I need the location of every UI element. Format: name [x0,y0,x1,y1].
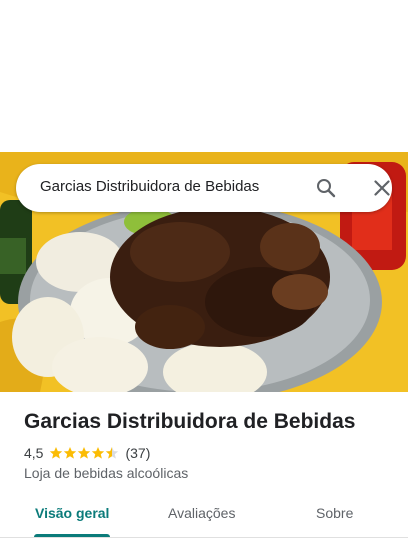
star-icon [92,447,105,459]
star-icon [64,447,77,459]
tab-about[interactable]: Sobre [316,505,353,521]
tab-reviews[interactable]: Avaliações [168,505,235,521]
tab-overview[interactable]: Visão geral [35,505,109,521]
close-icon[interactable] [370,176,394,200]
tabs-divider [0,537,408,538]
star-icon [50,447,63,459]
rating-value: 4,5 [24,445,44,461]
map-top-area [0,0,408,152]
rating-row[interactable]: 4,5 (37) [24,444,150,462]
place-title: Garcias Distribuidora de Bebidas [24,410,356,433]
place-category[interactable]: Loja de bebidas alcoólicas [24,465,188,481]
search-bar[interactable]: Garcias Distribuidora de Bebidas [16,164,392,212]
review-count[interactable]: (37) [125,445,150,461]
star-icon [78,447,91,459]
rating-stars [49,446,119,460]
search-icon[interactable] [314,176,338,200]
search-query-text[interactable]: Garcias Distribuidora de Bebidas [40,178,259,195]
star-icon [106,447,119,459]
